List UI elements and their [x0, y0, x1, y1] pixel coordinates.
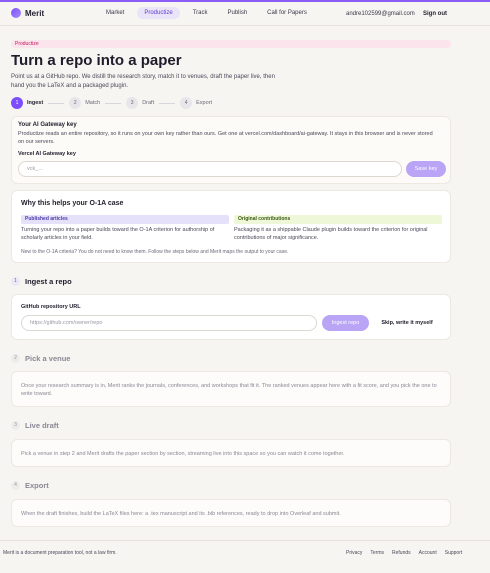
footer-link-refunds[interactable]: Refunds [392, 550, 411, 556]
o1a-footnote: New to the O-1A criteria? You do not nee… [21, 249, 289, 255]
o1a-info-title: Why this helps your O-1A case [21, 200, 124, 207]
footer-link-terms[interactable]: Terms [370, 550, 384, 556]
gateway-key-description: Productize reads an entire repository, s… [18, 131, 433, 145]
footer-link-privacy[interactable]: Privacy [346, 550, 362, 556]
step-label: Draft [142, 100, 155, 106]
criterion-original-contributions: Original contributions Packaging it as a… [234, 215, 442, 242]
venue-section-header: 2 Pick a venue [11, 354, 70, 363]
criterion-tag: Original contributions [234, 215, 442, 224]
section-title: Live draft [25, 421, 59, 430]
sign-out-button[interactable]: Sign out [423, 11, 447, 17]
section-title: Ingest a repo [25, 277, 72, 286]
step-number: 3 [126, 97, 139, 109]
step-separator [48, 102, 65, 104]
logo-icon [11, 8, 21, 18]
section-number: 2 [11, 354, 20, 363]
section-number: 3 [11, 421, 20, 430]
step-label: Match [85, 100, 101, 106]
page-subtitle: Point us at a GitHub repo. We distill th… [11, 74, 275, 89]
export-placeholder-text: When the draft finishes, build the LaTeX… [21, 511, 341, 517]
step-separator [159, 102, 176, 104]
footer-divider [0, 540, 490, 541]
section-badge: Productize [11, 40, 451, 48]
save-key-button[interactable]: Save key [406, 161, 446, 177]
venue-placeholder-card: Once your research summary is in, Merit … [11, 371, 451, 407]
user-email: andre102599@gmail.com [346, 11, 415, 17]
step-label: Export [196, 100, 213, 106]
gateway-key-input[interactable] [18, 161, 402, 177]
export-placeholder-card: When the draft finishes, build the LaTeX… [11, 499, 451, 527]
nav-link-call-for-papers[interactable]: Call for Papers [260, 7, 314, 19]
step-number: 2 [69, 97, 82, 109]
step-draft[interactable]: 3 Draft [126, 97, 154, 109]
nav-link-market[interactable]: Market [99, 7, 131, 19]
footer-links: Privacy Terms Refunds Account Support [346, 550, 462, 556]
nav-link-publish[interactable]: Publish [220, 7, 254, 19]
section-number: 1 [11, 277, 20, 286]
ingest-section-header: 1 Ingest a repo [11, 277, 72, 286]
export-section-header: 4 Export [11, 481, 49, 490]
criterion-text: Turning your repo into a paper builds to… [21, 227, 215, 241]
nav-links: Market Productize Track Publish Call for… [99, 7, 314, 19]
step-export[interactable]: 4 Export [180, 97, 212, 109]
repo-url-input[interactable] [21, 315, 317, 331]
top-nav: Merit Market Productize Track Publish Ca… [0, 2, 490, 26]
o1a-info-card: Why this helps your O-1A case Published … [11, 190, 451, 263]
section-number: 4 [11, 481, 20, 490]
footer-link-account[interactable]: Account [419, 550, 437, 556]
logo[interactable]: Merit [11, 8, 44, 18]
draft-placeholder-card: Pick a venue in step 2 and Merit drafts … [11, 439, 451, 467]
step-number: 4 [180, 97, 193, 109]
step-number: 1 [11, 97, 23, 109]
venue-placeholder-text: Once your research summary is in, Merit … [21, 383, 437, 397]
nav-link-track[interactable]: Track [186, 7, 215, 19]
gateway-key-card: Your AI Gateway key Productize reads an … [11, 116, 451, 184]
page-title: Turn a repo into a paper [11, 52, 182, 69]
stepper: 1 Ingest 2 Match 3 Draft 4 Export [11, 97, 212, 109]
step-label: Ingest [27, 100, 44, 106]
criterion-text: Packaging it as a shippable Claude plugi… [234, 227, 428, 241]
gateway-key-label: Vercel AI Gateway key [18, 151, 76, 157]
nav-link-productize[interactable]: Productize [137, 7, 180, 19]
repo-url-label: GitHub repository URL [21, 304, 81, 310]
step-separator [105, 102, 122, 104]
step-match[interactable]: 2 Match [69, 97, 100, 109]
nav-divider [0, 25, 490, 26]
ingest-card: GitHub repository URL Ingest repo Skip, … [11, 294, 451, 340]
section-title: Pick a venue [25, 354, 71, 363]
ingest-repo-button[interactable]: Ingest repo [322, 315, 369, 331]
draft-placeholder-text: Pick a venue in step 2 and Merit drafts … [21, 451, 345, 457]
footer-link-support[interactable]: Support [445, 550, 463, 556]
footer-disclaimer: Merit is a document preparation tool, no… [3, 550, 117, 556]
draft-section-header: 3 Live draft [11, 421, 59, 430]
section-title: Export [25, 481, 49, 490]
skip-write-myself-button[interactable]: Skip, write it myself [377, 315, 437, 331]
logo-text: Merit [25, 8, 45, 18]
step-ingest[interactable]: 1 Ingest [11, 97, 43, 109]
gateway-key-title: Your AI Gateway key [18, 122, 77, 128]
criterion-tag: Published articles [21, 215, 229, 224]
criterion-published-articles: Published articles Turning your repo int… [21, 215, 229, 242]
